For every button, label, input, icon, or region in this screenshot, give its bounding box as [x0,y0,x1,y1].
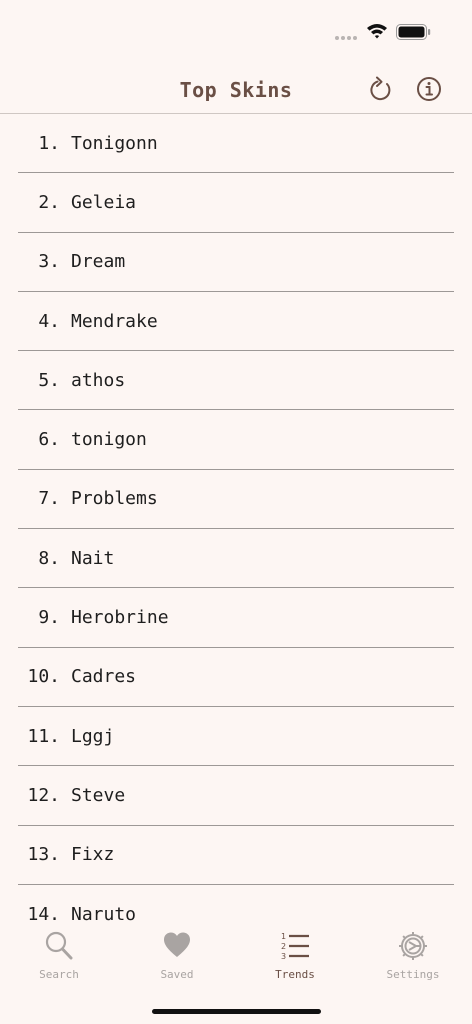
rank-number: 4. [38,310,60,332]
skin-name: Cadres [71,666,137,688]
gear-icon [399,932,427,960]
rank-number: 14. [27,903,60,925]
skin-name: athos [71,369,126,391]
skin-name: Naruto [71,903,137,925]
list-item[interactable]: 14. Naruto [18,885,454,926]
list-item[interactable]: 9. Herobrine [18,588,454,648]
tab-label: Search [39,968,79,981]
skin-name: Fixz [71,844,115,866]
rank-number: 7. [38,488,60,510]
info-icon[interactable] [416,76,442,102]
rank-number: 2. [38,191,60,213]
page-title: Top Skins [179,78,293,102]
list-item[interactable]: 13. Fixz [18,826,454,885]
battery-icon [396,24,431,40]
skin-name: Herobrine [71,607,169,629]
skin-name: Tonigonn [71,132,158,154]
svg-text:1: 1 [281,932,286,941]
skin-name: Lggj [71,725,115,747]
skin-name: Mendrake [71,310,158,332]
list-item[interactable]: 1. Tonigonn [18,114,454,174]
cellular-signal-icon [335,35,359,41]
status-bar [0,0,472,64]
list-item[interactable]: 11. Lggj [18,707,454,767]
rank-number: 8. [38,547,60,569]
home-indicator [152,1009,321,1014]
skin-name: Problems [71,488,158,510]
skin-name: tonigon [71,429,147,451]
list-item[interactable]: 5. athos [18,351,454,411]
svg-text:3: 3 [281,952,286,961]
skin-name: Dream [71,251,126,273]
tab-label: Settings [386,968,440,981]
tab-bar: Search Saved 1 2 3 Trends Settings [0,926,472,1024]
list-item[interactable]: 3. Dream [18,233,454,292]
tab-label: Saved [160,968,194,981]
rank-number: 1. [38,132,60,154]
rank-number: 5. [38,369,60,391]
list-item[interactable]: 6. tonigon [18,410,454,470]
list-item[interactable]: 12. Steve [18,766,454,826]
skin-name: Geleia [71,191,137,213]
rank-number: 9. [38,607,60,629]
list-item[interactable]: 10. Cadres [18,648,454,707]
rank-number: 3. [38,251,60,273]
rank-number: 13. [27,844,60,866]
tab-trends[interactable]: 1 2 3 Trends [236,926,354,990]
tab-saved[interactable]: Saved [118,926,236,990]
list-item[interactable]: 7. Problems [18,470,454,530]
skin-name: Nait [71,547,115,569]
list-item[interactable]: 4. Mendrake [18,292,454,352]
rank-number: 12. [27,784,60,806]
tab-label: Trends [275,968,315,981]
svg-text:2: 2 [281,942,286,951]
rank-number: 10. [27,666,60,688]
top-skins-list[interactable]: 1. Tonigonn 2. Geleia 3. Dream 4. Mendrake 5. ath… [18,114,454,926]
rank-number: 6. [38,429,60,451]
tab-search[interactable]: Search [0,926,118,990]
rank-number: 11. [27,725,60,747]
wifi-icon [367,24,387,39]
list-item[interactable]: 2. Geleia [18,173,454,233]
skin-name: Steve [71,784,126,806]
tab-settings[interactable]: Settings [354,926,472,990]
list-item[interactable]: 8. Nait [18,529,454,589]
navigation-bar: Top Skins [0,64,472,114]
search-icon [45,931,73,960]
heart-icon [164,932,190,957]
refresh-icon[interactable] [368,76,394,104]
ordered-list-icon: 1 2 3 [281,932,309,961]
